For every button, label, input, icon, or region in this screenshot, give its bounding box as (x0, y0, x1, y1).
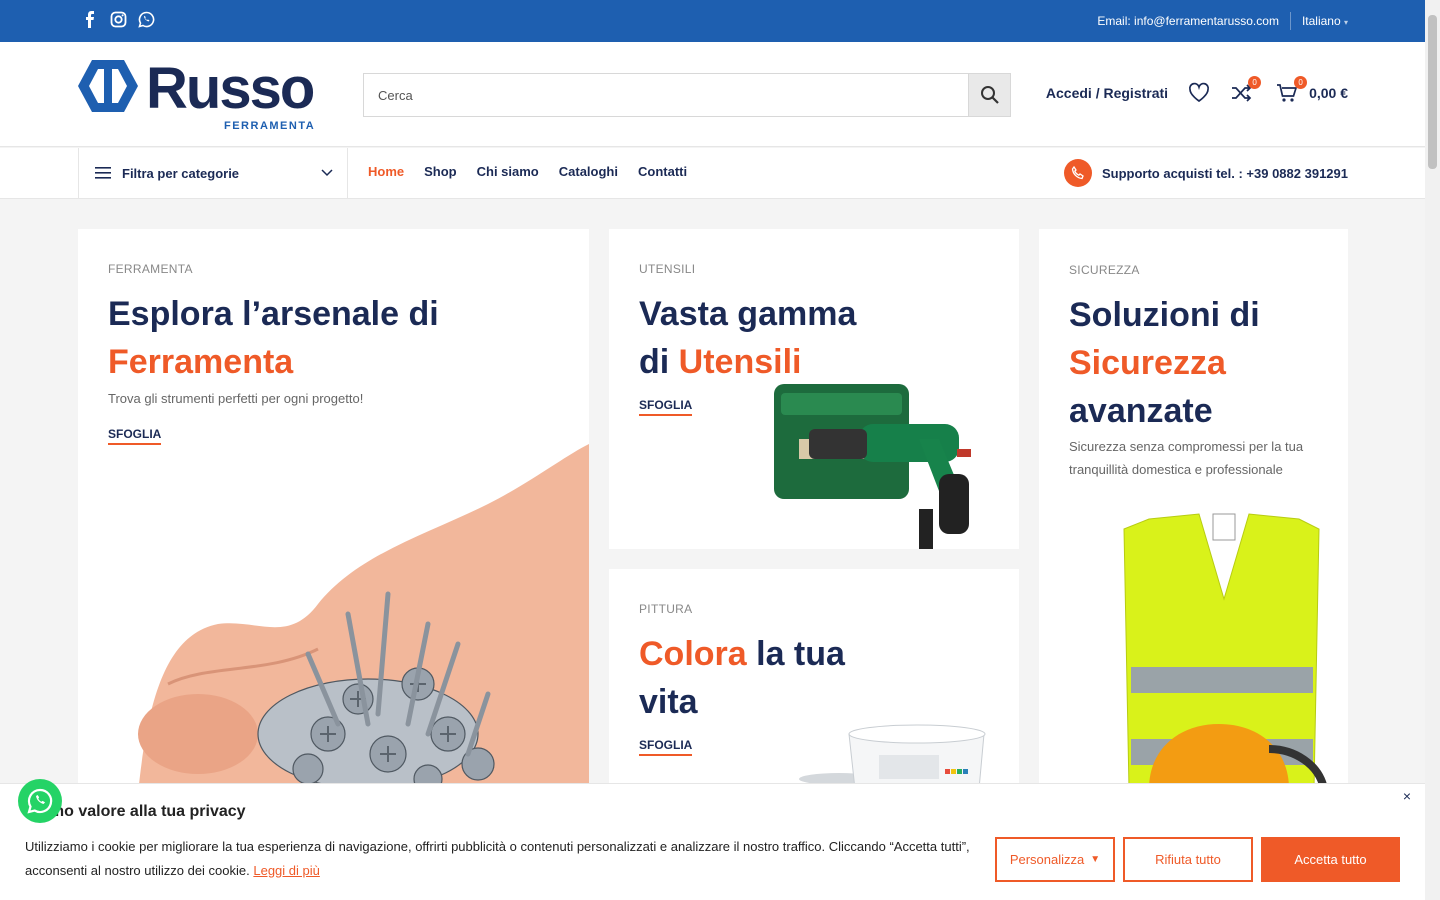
card-title: Vasta gamma di Utensili (639, 290, 856, 386)
card-title: Colora la tua vita (639, 630, 845, 726)
nav-item-chi-siamo[interactable]: Chi siamo (477, 164, 539, 179)
card-category: SICUREZZA (1069, 263, 1140, 277)
wishlist-button[interactable] (1188, 82, 1210, 104)
card-description: Sicurezza senza compromessi per la tua t… (1069, 439, 1304, 477)
chevron-down-icon (321, 169, 333, 177)
support-phone[interactable]: Supporto acquisti tel. : +39 0882 391291 (1063, 159, 1348, 187)
close-icon[interactable]: × (1403, 788, 1411, 804)
facebook-icon[interactable] (82, 11, 99, 28)
card-category: PITTURA (639, 602, 693, 616)
cookie-body: Utilizziamo i cookie per migliorare la t… (25, 835, 985, 883)
category-filter-dropdown[interactable]: Filtra per categorie (78, 148, 348, 198)
top-bar: Email: info@ferramentarusso.com Italiano… (0, 0, 1425, 42)
login-link[interactable]: Accedi / Registrati (1046, 85, 1168, 101)
customize-button[interactable]: Personalizza ▼ (995, 837, 1115, 882)
cookie-consent-banner: Diamo valore alla tua privacy × Utilizzi… (0, 783, 1425, 900)
search-button[interactable] (968, 74, 1010, 116)
compare-count-badge: 0 (1248, 76, 1262, 89)
promo-card-utensili[interactable]: UTENSILI Vasta gamma di Utensili SFOGLIA (609, 229, 1019, 549)
site-logo[interactable]: Russo FERRAMENTA (78, 56, 328, 136)
promo-card-sicurezza[interactable]: SICUREZZA Soluzioni di Sicurezza avanzat… (1039, 229, 1348, 789)
cart-count-badge: 0 (1294, 76, 1308, 89)
divider (1289, 12, 1291, 30)
whatsapp-icon[interactable] (138, 11, 155, 28)
card-title-text: la tua (746, 635, 845, 673)
nav-item-cataloghi[interactable]: Cataloghi (559, 164, 618, 179)
browse-link[interactable]: SFOGLIA (639, 738, 693, 756)
read-more-link[interactable]: Leggi di più (253, 863, 320, 878)
language-label: Italiano (1301, 14, 1341, 28)
accept-all-button[interactable]: Accetta tutto (1261, 837, 1400, 882)
nav-item-shop[interactable]: Shop (424, 164, 457, 179)
phone-icon (1063, 159, 1092, 187)
card-title-highlight: Colora (639, 635, 747, 673)
svg-text:FERRAMENTA: FERRAMENTA (224, 120, 315, 132)
whatsapp-icon (27, 788, 53, 814)
promo-card-pittura[interactable]: PITTURA Colora la tua vita SFOGLIA (609, 569, 1019, 789)
heart-icon (1189, 82, 1210, 103)
card-title-line: Colora la tua (639, 630, 845, 678)
card-title-line: Esplora l’arsenale di (108, 295, 439, 333)
cart-button[interactable]: 0 (1276, 76, 1308, 104)
card-title-highlight: Ferramenta (108, 343, 294, 381)
card-title-line: Soluzioni di (1069, 296, 1260, 334)
header: Russo FERRAMENTA Cerca Accedi / Registra… (0, 42, 1425, 147)
card-category: UTENSILI (639, 262, 696, 276)
nav-item-contatti[interactable]: Contatti (638, 164, 687, 179)
support-phone-label: Supporto acquisti tel. : +39 0882 391291 (1101, 165, 1348, 181)
card-description: Trova gli strumenti perfetti per ogni pr… (108, 391, 364, 406)
card-title-highlight: Sicurezza (1069, 344, 1226, 382)
page-scrollbar[interactable] (1425, 0, 1440, 900)
caret-down-icon: ▼ (1090, 854, 1101, 865)
promo-card-ferramenta[interactable]: FERRAMENTA Esplora l’arsenale di Ferrame… (78, 229, 589, 789)
hand-with-screws-image (138, 444, 589, 789)
category-filter-label: Filtra per categorie (122, 165, 240, 181)
chevron-down-icon: ▾ (1343, 18, 1348, 27)
language-selector[interactable]: Italiano ▾ (1302, 14, 1348, 28)
customize-label: Personalizza (1009, 852, 1085, 867)
svg-text:Russo: Russo (146, 56, 314, 121)
card-title-line-3: avanzate (1069, 392, 1213, 430)
search-bar[interactable]: Cerca (363, 73, 1011, 117)
whatsapp-chat-button[interactable] (18, 779, 62, 823)
cookie-body-text: Utilizziamo i cookie per migliorare la t… (25, 839, 970, 878)
browse-link[interactable]: SFOGLIA (639, 398, 693, 416)
nav-item-home[interactable]: Home (368, 164, 404, 179)
contact-email[interactable]: Email: info@ferramentarusso.com (1097, 14, 1279, 28)
card-title-highlight: Utensili (678, 343, 802, 381)
paint-bucket-image (799, 724, 986, 789)
compare-button[interactable]: 0 (1230, 76, 1262, 104)
card-title-text: di (639, 343, 679, 381)
card-category: FERRAMENTA (108, 262, 193, 276)
card-title-line: Vasta gamma (639, 295, 857, 333)
instagram-icon[interactable] (110, 11, 127, 28)
menu-icon (95, 167, 111, 179)
card-title: Esplora l’arsenale di Ferramenta (108, 290, 439, 386)
scrollbar-thumb[interactable] (1428, 15, 1437, 169)
search-input[interactable]: Cerca (378, 88, 413, 103)
drill-kit-image (774, 384, 971, 549)
main-navigation: Filtra per categorie Home Shop Chi siamo… (0, 148, 1425, 199)
cart-total[interactable]: 0,00 € (1309, 85, 1348, 101)
reject-all-button[interactable]: Rifiuta tutto (1123, 837, 1253, 882)
card-title: Soluzioni di Sicurezza avanzate (1069, 291, 1260, 435)
safety-vest-image (1123, 513, 1328, 789)
social-links (82, 11, 155, 28)
search-icon (980, 86, 999, 104)
